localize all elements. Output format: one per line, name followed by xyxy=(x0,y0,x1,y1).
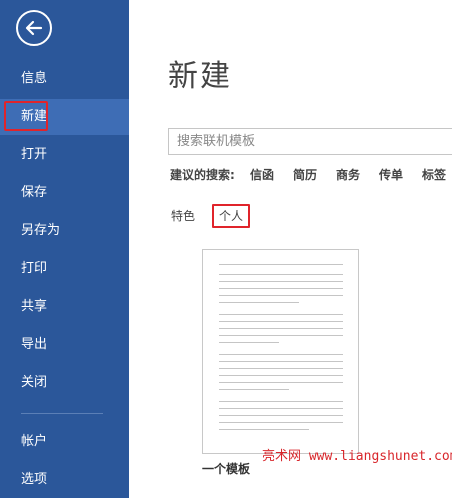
thumb-line xyxy=(219,314,343,315)
thumb-line xyxy=(219,382,343,383)
thumb-line xyxy=(219,274,343,275)
sidebar-item-new[interactable]: 新建 xyxy=(0,99,129,135)
sidebar-item-options[interactable]: 选项 xyxy=(0,462,129,498)
back-button[interactable] xyxy=(16,10,52,46)
suggested-link-letters[interactable]: 信函 xyxy=(250,166,274,183)
suggested-link-resume[interactable]: 简历 xyxy=(293,166,317,183)
template-thumbnail[interactable] xyxy=(202,249,359,454)
thumb-line xyxy=(219,429,309,430)
suggested-searches-label: 建议的搜索: xyxy=(170,168,235,182)
sidebar-item-export[interactable]: 导出 xyxy=(0,327,129,363)
thumb-line xyxy=(219,368,343,369)
thumb-line xyxy=(219,342,279,343)
thumb-line xyxy=(219,361,343,362)
sidebar-divider xyxy=(21,413,103,414)
sidebar-item-print[interactable]: 打印 xyxy=(0,251,129,287)
sidebar-item-account[interactable]: 帐户 xyxy=(0,424,129,460)
thumb-line xyxy=(219,335,343,336)
thumb-line xyxy=(219,401,343,402)
suggested-link-labels[interactable]: 标签 xyxy=(422,166,446,183)
watermark-text: 亮术网 www.liangshunet.com xyxy=(262,449,452,464)
thumb-line xyxy=(219,422,343,423)
template-name[interactable]: 一个模板 xyxy=(202,460,250,477)
thumb-line xyxy=(219,354,343,355)
template-search-box[interactable] xyxy=(168,128,452,155)
thumb-line xyxy=(219,375,343,376)
thumb-line xyxy=(219,328,343,329)
thumb-line xyxy=(219,302,299,303)
sidebar-item-open[interactable]: 打开 xyxy=(0,137,129,173)
sidebar-item-share[interactable]: 共享 xyxy=(0,289,129,325)
backstage-sidebar: 信息 新建 打开 保存 另存为 打印 共享 导出 关闭 帐户 选项 xyxy=(0,0,129,498)
thumb-line xyxy=(219,288,343,289)
template-search-input[interactable] xyxy=(169,129,452,154)
thumb-line xyxy=(219,389,289,390)
thumb-line xyxy=(219,321,343,322)
thumb-line xyxy=(219,408,343,409)
tab-personal[interactable]: 个人 xyxy=(219,207,243,224)
back-arrow-icon xyxy=(25,20,43,36)
suggested-link-flyers[interactable]: 传单 xyxy=(379,166,403,183)
thumb-line xyxy=(219,281,343,282)
sidebar-item-save[interactable]: 保存 xyxy=(0,175,129,211)
suggested-link-business[interactable]: 商务 xyxy=(336,166,360,183)
thumb-line xyxy=(219,264,343,265)
thumb-line xyxy=(219,295,343,296)
tab-featured[interactable]: 特色 xyxy=(171,207,195,224)
thumb-line xyxy=(219,415,343,416)
sidebar-item-close[interactable]: 关闭 xyxy=(0,365,129,401)
page-title: 新建 xyxy=(168,59,232,94)
sidebar-item-info[interactable]: 信息 xyxy=(0,61,129,97)
sidebar-item-save-as[interactable]: 另存为 xyxy=(0,213,129,249)
